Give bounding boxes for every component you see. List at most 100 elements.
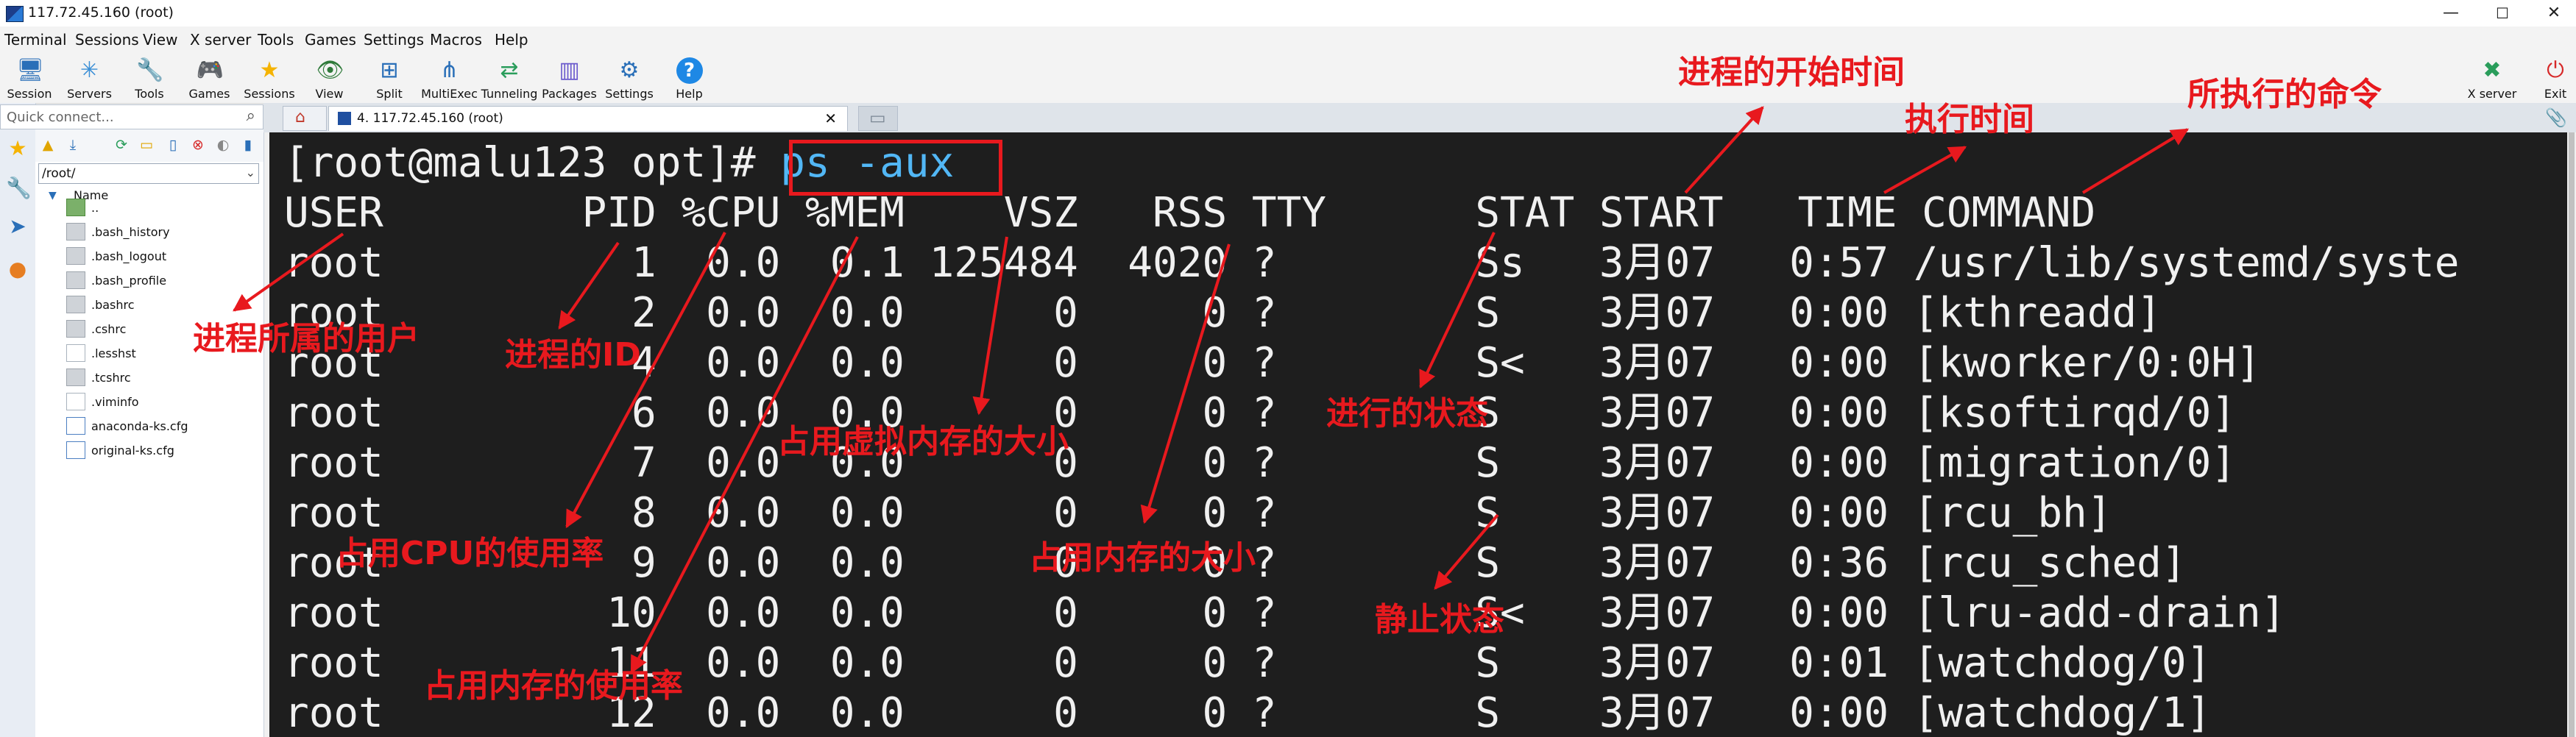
new-tab-button[interactable]: ▭ xyxy=(858,106,898,131)
annotation-cpu: 占用CPU的使用率 xyxy=(336,535,604,572)
gamepad-icon: 🎮 xyxy=(196,57,224,83)
settings-icon[interactable]: ◐ xyxy=(215,137,231,153)
tools-icon[interactable]: 🔧 xyxy=(6,177,32,200)
star-icon[interactable]: ★ xyxy=(6,137,29,160)
file-icon xyxy=(66,368,85,386)
toolbar-servers-button[interactable]: ✳ Servers xyxy=(60,54,119,102)
file-name: .bash_logout xyxy=(91,249,167,263)
annotation-start-time: 进程的开始时间 xyxy=(1678,54,1905,91)
file-name: .bashrc xyxy=(91,298,135,312)
close-button[interactable]: ✕ xyxy=(2532,0,2576,26)
tools-icon: 🔧 xyxy=(136,57,164,83)
chevron-down-icon[interactable]: ⌄ xyxy=(246,165,255,179)
toolbar-tunneling-button[interactable]: ⇄ Tunneling xyxy=(480,54,539,102)
menu-macros[interactable]: Macros xyxy=(430,31,482,49)
file-name: .. xyxy=(91,201,99,215)
delete-icon[interactable]: ⊗ xyxy=(190,137,206,153)
file-list-item[interactable]: .bash_logout xyxy=(66,246,258,268)
send-icon[interactable]: ➤ xyxy=(6,215,29,238)
folder-up-icon[interactable]: ▲ xyxy=(40,137,56,153)
path-field[interactable]: /root/ ⌄ xyxy=(38,163,259,184)
file-name: .viminfo xyxy=(91,395,139,409)
toolbar-exit-button[interactable]: ⏻ Exit xyxy=(2526,54,2576,102)
file-list-item[interactable]: .bash_history xyxy=(66,221,258,243)
process-row: root 7 0.0 0.0 0 0 ? S 3月07 0:00 [migrat… xyxy=(284,439,2237,487)
packages-icon: ▥ xyxy=(559,57,580,83)
maximize-button[interactable]: ☐ xyxy=(2480,0,2524,26)
quick-connect-placeholder: Quick connect... xyxy=(7,110,114,125)
help-icon: ? xyxy=(676,57,703,84)
tree-collapse-icon[interactable]: ▼ xyxy=(49,190,57,202)
tab-session[interactable]: 4. 117.72.45.160 (root) ✕ xyxy=(328,106,848,131)
split-icon: ⊞ xyxy=(380,57,399,83)
file-list-item[interactable]: anaconda-ks.cfg xyxy=(66,416,258,438)
menu-x-server[interactable]: X server xyxy=(190,31,251,49)
file-icon xyxy=(66,223,85,241)
macro-icon[interactable]: ● xyxy=(6,257,29,281)
terminal-follow-icon[interactable]: ▮ xyxy=(240,137,256,153)
multiexec-icon: ⋔ xyxy=(439,57,459,83)
search-icon[interactable]: ⌕ xyxy=(247,107,255,125)
toolbar-sessions-button[interactable]: ★ Sessions xyxy=(240,54,299,102)
new-file-icon[interactable]: ▯ xyxy=(165,137,181,153)
annotation-exec-time: 执行时间 xyxy=(1905,101,2034,138)
minimize-button[interactable]: — xyxy=(2429,0,2473,26)
toolbar-help-button[interactable]: ? Help xyxy=(660,54,719,102)
scrollbar-thumb[interactable] xyxy=(2569,132,2575,737)
annotation-rss: 占用内存的大小 xyxy=(1029,539,1256,577)
menu-help[interactable]: Help xyxy=(495,31,528,49)
menu-settings[interactable]: Settings xyxy=(364,31,424,49)
file-list-item[interactable]: .. xyxy=(66,197,258,219)
toolbar-tools-button[interactable]: 🔧 Tools xyxy=(120,54,179,102)
tab-close-button[interactable]: ✕ xyxy=(824,110,837,127)
power-icon: ⏻ xyxy=(2547,57,2564,83)
annotation-mem: 占用内存的使用率 xyxy=(424,667,683,705)
x-server-icon: ✖ xyxy=(2483,57,2502,83)
process-row: root 10 0.0 0.0 0 0 ? S< 3月07 0:00 [lru-… xyxy=(284,589,2286,637)
file-list-item[interactable]: .tcshrc xyxy=(66,367,258,389)
left-dock: ★ 🔧 ➤ ● xyxy=(0,103,36,737)
menu-tools[interactable]: Tools xyxy=(258,31,294,49)
menu-sessions[interactable]: Sessions xyxy=(75,31,139,49)
file-name: original-ks.cfg xyxy=(91,444,174,457)
window-title: 117.72.45.160 (root) xyxy=(28,4,174,21)
file-list-item[interactable]: original-ks.cfg xyxy=(66,440,258,462)
terminal-scrollbar[interactable] xyxy=(2567,132,2576,737)
refresh-icon[interactable]: ⟳ xyxy=(113,137,130,153)
tab-home[interactable]: ⌂ xyxy=(283,106,327,131)
annotation-stopped: 静止状态 xyxy=(1375,601,1504,638)
attachment-icon[interactable]: 📎 xyxy=(2545,107,2567,128)
file-icon xyxy=(66,344,85,362)
toolbar-multiexec-button[interactable]: ⋔ MultiExec xyxy=(420,54,479,102)
new-folder-icon[interactable]: ▭ xyxy=(138,137,155,153)
file-list-item[interactable]: .viminfo xyxy=(66,391,258,413)
process-row: root 6 0.0 0.0 0 0 ? S 3月07 0:00 [ksofti… xyxy=(284,389,2237,437)
file-icon xyxy=(66,271,85,289)
toolbar-x-server-button[interactable]: ✖ X server xyxy=(2463,54,2522,102)
sftp-toolbar: ▲ ⤓ ⟳ ▭ ▯ ⊗ ◐ ▮ xyxy=(35,129,263,162)
toolbar-session-button[interactable]: 🖥 Session xyxy=(0,54,59,102)
file-list-item[interactable]: .bash_profile xyxy=(66,270,258,292)
quick-connect-input[interactable]: Quick connect... ⌕ xyxy=(0,104,263,129)
home-icon: ⌂ xyxy=(295,108,305,127)
toolbar-packages-button[interactable]: ▥ Packages xyxy=(540,54,599,102)
star-icon: ★ xyxy=(259,57,280,83)
tab-label: 4. 117.72.45.160 (root) xyxy=(357,111,503,126)
terminal-output[interactable]: [root@malu123 opt]# ps -aux USER PID %CP… xyxy=(269,132,2567,737)
toolbar-view-button[interactable]: 👁 View xyxy=(300,54,359,102)
path-value: /root/ xyxy=(42,166,76,181)
prompt: [root@malu123 opt]# xyxy=(284,139,781,187)
file-icon xyxy=(66,417,85,435)
annotation-pid: 进程的ID xyxy=(505,336,641,374)
download-icon[interactable]: ⤓ xyxy=(65,137,81,153)
file-icon xyxy=(66,393,85,410)
toolbar-games-button[interactable]: 🎮 Games xyxy=(180,54,239,102)
toolbar-settings-button[interactable]: ⚙ Settings xyxy=(600,54,659,102)
servers-icon: ✳ xyxy=(79,57,99,83)
ps-header: USER PID %CPU %MEM VSZ RSS TTY STAT STAR… xyxy=(284,189,2096,237)
toolbar-split-button[interactable]: ⊞ Split xyxy=(360,54,419,102)
menu-games[interactable]: Games xyxy=(305,31,356,49)
new-tab-icon: ▭ xyxy=(869,107,886,128)
menu-view[interactable]: View xyxy=(143,31,177,49)
menu-terminal[interactable]: Terminal xyxy=(4,31,67,49)
